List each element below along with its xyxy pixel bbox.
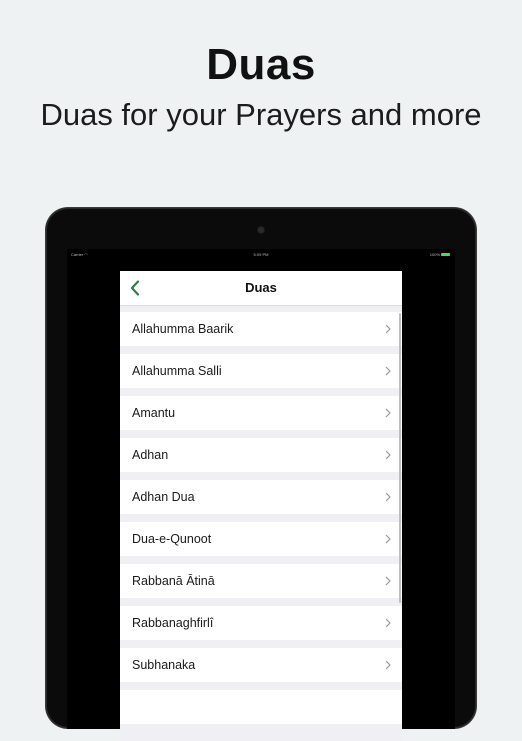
duas-list: Allahumma Baarik Allahumma Salli Amantu … [120,312,402,732]
status-bar: Carrier◠ 5:09 PM 100% [67,249,455,261]
scrollbar[interactable] [399,313,401,603]
list-item[interactable] [120,690,402,724]
list-item[interactable]: Allahumma Baarik [120,312,402,346]
chevron-right-icon [385,492,391,502]
list-item-label: Rabbanaghfirlî [132,616,214,630]
page-title: Duas [245,280,277,295]
battery-icon [441,253,450,257]
chevron-right-icon [385,660,391,670]
duas-panel: Duas Allahumma Baarik Allahumma Salli Am… [120,271,402,741]
list-item-label: Allahumma Baarik [132,322,234,336]
chevron-right-icon [385,408,391,418]
chevron-right-icon [385,534,391,544]
list-item[interactable]: Rabbanaghfirlî [120,606,402,640]
list-item-label: Adhan Dua [132,490,195,504]
promo-headline: Duas [206,40,316,89]
list-item-label: Subhanaka [132,658,196,672]
status-battery: 100% [430,249,450,261]
chevron-right-icon [385,576,391,586]
status-time: 5:09 PM [253,252,269,257]
list-item-label: Rabbanā Ātinā [132,574,215,588]
list-item[interactable]: Adhan Dua [120,480,402,514]
device-screen: Carrier◠ 5:09 PM 100% Duas Allahumma Baa… [67,249,455,741]
list-item[interactable]: Adhan [120,438,402,472]
tablet-device-frame: Carrier◠ 5:09 PM 100% Duas Allahumma Baa… [46,208,476,741]
list-item-label: Adhan [132,448,169,462]
navigation-bar: Duas [120,271,402,306]
list-item[interactable]: Dua-e-Qunoot [120,522,402,556]
list-item[interactable]: Subhanaka [120,648,402,682]
list-item[interactable]: Allahumma Salli [120,354,402,388]
list-item[interactable]: Amantu [120,396,402,430]
list-item-label: Amantu [132,406,176,420]
promo-subheadline: Duas for your Prayers and more [40,97,482,132]
list-item-label: Dua-e-Qunoot [132,532,212,546]
list-item[interactable]: Rabbanā Ātinā [120,564,402,598]
front-camera [258,227,264,233]
list-item-label: Allahumma Salli [132,364,222,378]
chevron-right-icon [385,324,391,334]
chevron-right-icon [385,618,391,628]
chevron-right-icon [385,450,391,460]
chevron-right-icon [385,366,391,376]
